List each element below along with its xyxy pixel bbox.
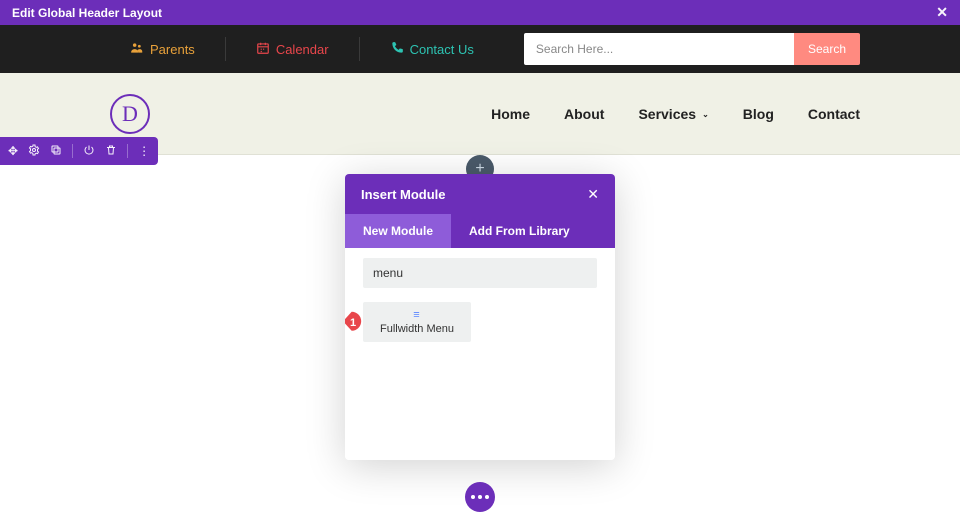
- section-toolbar: ✥ ⋮: [0, 137, 158, 165]
- admin-bar: Edit Global Header Layout ✕: [0, 0, 960, 25]
- search-input[interactable]: [524, 33, 794, 65]
- module-filter-input[interactable]: [363, 258, 597, 288]
- insert-module-modal: Insert Module ✕ New Module Add From Libr…: [345, 174, 615, 460]
- annotation-callout: 1: [345, 310, 369, 336]
- utility-bar: Parents Calendar Contact Us Search: [0, 25, 960, 73]
- search-button[interactable]: Search: [794, 33, 860, 65]
- duplicate-icon[interactable]: [50, 144, 62, 159]
- toolbar-separator: [127, 144, 128, 158]
- settings-icon[interactable]: [28, 144, 40, 159]
- modal-header: Insert Module ✕: [345, 174, 615, 214]
- builder-fab[interactable]: [465, 482, 495, 512]
- chevron-down-icon: ⌄: [702, 110, 709, 119]
- more-icon[interactable]: ⋮: [138, 144, 150, 158]
- modal-close-icon[interactable]: ✕: [587, 186, 599, 203]
- nav-contact[interactable]: Contact: [808, 106, 860, 122]
- delete-icon[interactable]: [105, 144, 117, 159]
- phone-icon: [390, 41, 404, 58]
- tab-add-from-library[interactable]: Add From Library: [451, 214, 615, 248]
- nav-blog[interactable]: Blog: [743, 106, 774, 122]
- admin-title: Edit Global Header Layout: [12, 6, 162, 20]
- calendar-label: Calendar: [276, 42, 329, 57]
- modal-title: Insert Module: [361, 187, 446, 202]
- modal-body: 1 ≡ Fullwidth Menu: [345, 248, 615, 460]
- calendar-icon: [256, 41, 270, 58]
- contact-label: Contact Us: [410, 42, 474, 57]
- search-wrap: Search: [524, 33, 860, 65]
- modal-tabs: New Module Add From Library: [345, 214, 615, 248]
- dot-icon: [485, 495, 489, 499]
- dot-icon: [478, 495, 482, 499]
- module-fullwidth-menu[interactable]: 1 ≡ Fullwidth Menu: [363, 302, 471, 342]
- calendar-link[interactable]: Calendar: [226, 35, 359, 63]
- nav-services[interactable]: Services ⌄: [638, 106, 708, 122]
- admin-close-icon[interactable]: ✕: [936, 4, 948, 21]
- nav-home[interactable]: Home: [491, 106, 530, 122]
- main-nav-inner: D Home About Services ⌄ Blog Contact: [100, 94, 860, 134]
- nav-about[interactable]: About: [564, 106, 604, 122]
- menu-icon: ≡: [413, 310, 420, 321]
- parents-label: Parents: [150, 42, 195, 57]
- contact-link[interactable]: Contact Us: [360, 35, 504, 63]
- site-logo[interactable]: D: [110, 94, 150, 134]
- power-icon[interactable]: [83, 144, 95, 159]
- utility-inner: Parents Calendar Contact Us Search: [100, 33, 860, 65]
- move-icon[interactable]: ✥: [8, 144, 18, 158]
- parents-link[interactable]: Parents: [100, 35, 225, 63]
- tab-new-module[interactable]: New Module: [345, 214, 451, 248]
- annotation-number: 1: [345, 310, 366, 336]
- module-label: Fullwidth Menu: [380, 323, 454, 335]
- nav-links: Home About Services ⌄ Blog Contact: [491, 106, 860, 122]
- people-icon: [130, 41, 144, 58]
- toolbar-separator: [72, 144, 73, 158]
- logo-letter: D: [122, 101, 138, 127]
- dot-icon: [471, 495, 475, 499]
